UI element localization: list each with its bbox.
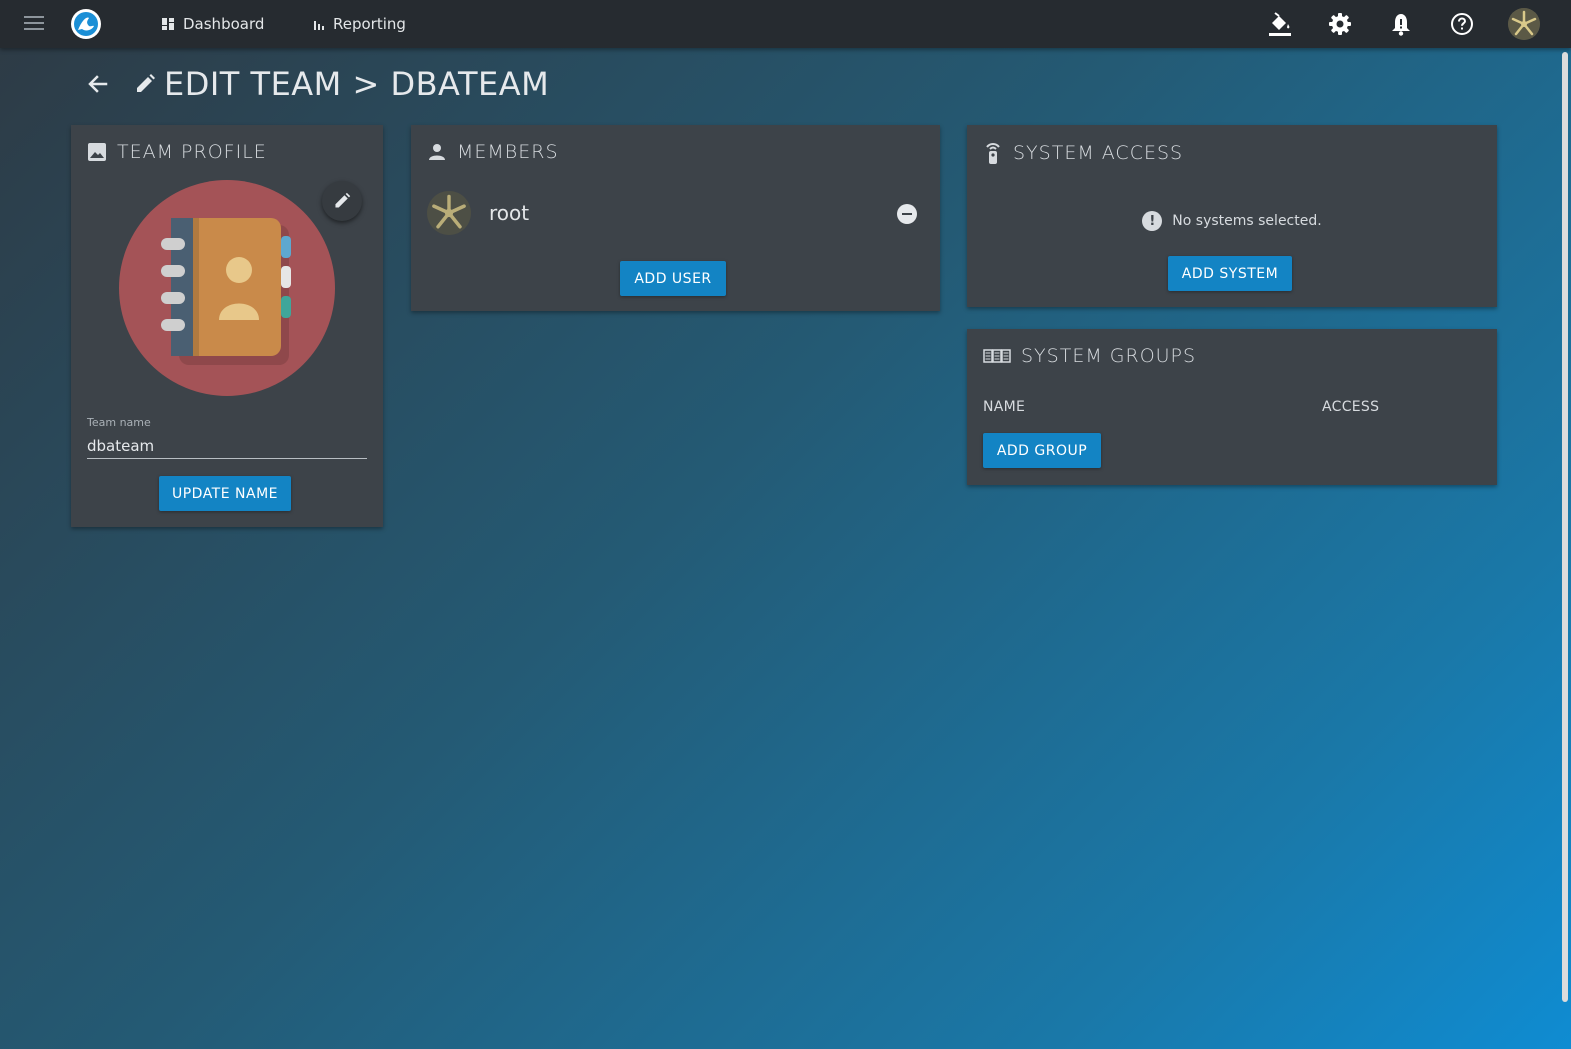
pencil-icon: [137, 74, 155, 92]
add-user-button[interactable]: ADD USER: [620, 261, 726, 296]
dashboard-icon: [162, 18, 174, 30]
add-system-label: ADD SYSTEM: [1181, 265, 1279, 282]
update-name-button[interactable]: UPDATE NAME: [159, 476, 291, 511]
empty-message: No systems selected.: [1172, 213, 1322, 229]
image-icon: [88, 143, 106, 161]
notifications-bell-icon[interactable]: [1387, 10, 1415, 38]
add-user-label: ADD USER: [634, 270, 712, 287]
person-icon: [429, 144, 445, 160]
column-header-name: NAME: [983, 399, 1026, 415]
members-header: MEMBERS: [427, 141, 559, 163]
add-group-button[interactable]: ADD GROUP: [983, 433, 1101, 468]
team-profile-card: TEAM PROFILE Team name UPDATE NAME: [71, 125, 383, 527]
system-groups-title: SYSTEM GROUPS: [1021, 345, 1197, 367]
nav-reporting[interactable]: Reporting: [313, 0, 406, 48]
theme-paint-icon[interactable]: [1266, 10, 1294, 38]
remove-member-icon[interactable]: [897, 204, 917, 224]
system-access-card: SYSTEM ACCESS ! No systems selected. ADD…: [967, 125, 1497, 307]
top-app-bar: Dashboard Reporting: [0, 0, 1571, 48]
remote-icon: [986, 143, 1000, 164]
nav-reporting-label: Reporting: [333, 15, 406, 33]
column-header-access: ACCESS: [1322, 399, 1380, 415]
system-access-title: SYSTEM ACCESS: [1013, 142, 1184, 164]
members-title: MEMBERS: [457, 141, 559, 163]
nav-dashboard-label: Dashboard: [183, 15, 265, 33]
server-groups-icon: [983, 349, 1011, 363]
system-access-header: SYSTEM ACCESS: [983, 141, 1183, 165]
system-groups-header: SYSTEM GROUPS: [983, 345, 1196, 367]
team-avatar-image: [119, 180, 335, 396]
back-arrow-icon[interactable]: [86, 70, 114, 98]
user-avatar[interactable]: [1508, 8, 1540, 40]
team-name-label: Team name: [87, 416, 151, 429]
members-card: MEMBERS root ADD USER: [411, 125, 940, 311]
info-alert-icon: !: [1142, 211, 1163, 231]
settings-gear-icon[interactable]: [1326, 10, 1354, 38]
edit-avatar-button[interactable]: [322, 181, 362, 221]
app-logo[interactable]: [71, 9, 101, 39]
page-header: EDIT TEAM > DBATEAM: [86, 62, 549, 106]
page-title: EDIT TEAM > DBATEAM: [164, 65, 550, 103]
member-name: root: [489, 201, 530, 225]
help-icon[interactable]: [1448, 10, 1476, 38]
update-name-label: UPDATE NAME: [171, 485, 279, 502]
team-name-input[interactable]: [87, 434, 367, 459]
pencil-icon: [335, 192, 351, 208]
empty-state: ! No systems selected.: [967, 211, 1497, 231]
system-groups-card: SYSTEM GROUPS NAME ACCESS ADD GROUP: [967, 329, 1497, 485]
team-profile-title: TEAM PROFILE: [117, 141, 267, 163]
add-system-button[interactable]: ADD SYSTEM: [1168, 256, 1292, 291]
add-group-label: ADD GROUP: [996, 442, 1088, 459]
team-profile-header: TEAM PROFILE: [87, 141, 267, 163]
page-scrollbar[interactable]: [1562, 52, 1568, 1002]
nav-dashboard[interactable]: Dashboard: [161, 0, 264, 48]
member-row: root: [427, 189, 925, 237]
menu-icon[interactable]: [24, 16, 44, 32]
member-avatar: [427, 191, 471, 235]
bar-chart-icon: [314, 21, 324, 30]
